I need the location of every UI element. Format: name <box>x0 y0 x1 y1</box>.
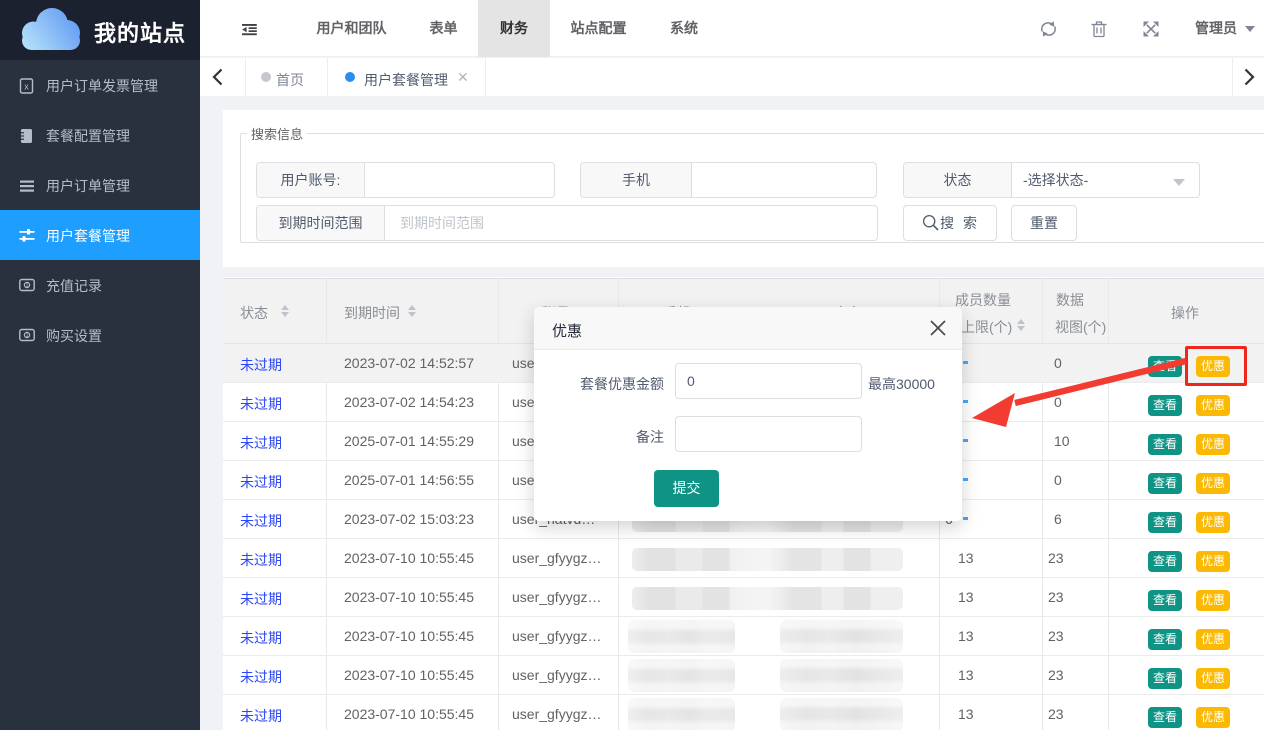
svg-text:x: x <box>24 82 29 92</box>
